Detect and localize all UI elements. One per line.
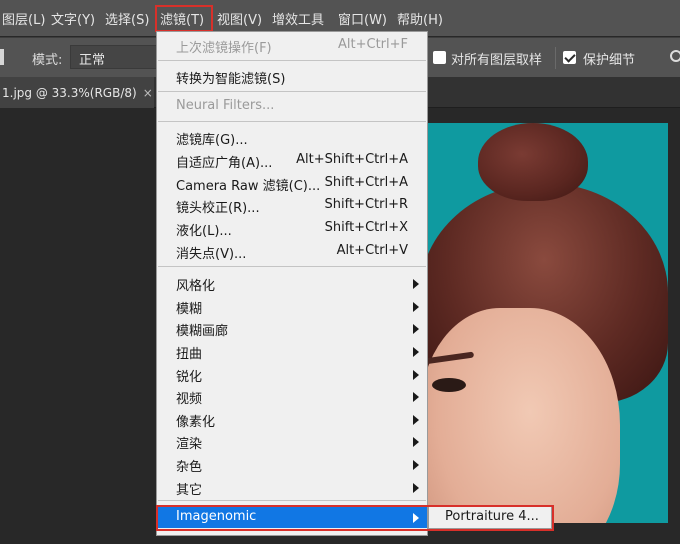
- submenu-arrow-icon: [413, 370, 419, 380]
- submenu-item-portraiture[interactable]: Portraiture 4...: [445, 509, 539, 524]
- menu-type[interactable]: 文字(Y): [51, 0, 95, 36]
- menu-item-distort[interactable]: 扭曲: [157, 340, 427, 362]
- filter-menu-highlight-box: [155, 5, 213, 32]
- submenu-arrow-icon: [413, 483, 419, 493]
- filter-dropdown-menu-tail: Imagenomic: [156, 500, 428, 536]
- menu-divider: [158, 60, 426, 61]
- menu-item-pixelate[interactable]: 像素化: [157, 408, 427, 430]
- menu-divider: [158, 266, 426, 267]
- menu-item-noise[interactable]: 杂色: [157, 453, 427, 475]
- mode-select[interactable]: 正常: [70, 45, 160, 69]
- gear-icon[interactable]: [670, 50, 680, 62]
- submenu-arrow-icon: [413, 279, 419, 289]
- close-icon[interactable]: ×: [143, 86, 153, 100]
- sample-all-layers-label: 对所有图层取样: [451, 53, 543, 68]
- menu-item-last-filter[interactable]: 上次滤镜操作(F) Alt+Ctrl+F: [157, 34, 427, 56]
- options-separator: [555, 47, 556, 69]
- menu-item-adaptive-wide-angle[interactable]: 自适应广角(A)... Alt+Shift+Ctrl+A: [157, 149, 427, 171]
- tool-options-grip[interactable]: [0, 49, 4, 65]
- menu-item-video[interactable]: 视频: [157, 385, 427, 407]
- submenu-arrow-icon: [413, 415, 419, 425]
- submenu-arrow-icon: [413, 513, 419, 523]
- sample-all-layers-checkbox[interactable]: [433, 51, 446, 64]
- menu-layer[interactable]: 图层(L): [2, 0, 45, 36]
- menu-divider: [158, 91, 426, 92]
- submenu-arrow-icon: [413, 302, 419, 312]
- menu-divider: [158, 500, 426, 501]
- menu-item-camera-raw[interactable]: Camera Raw 滤镜(C)... Shift+Ctrl+A: [157, 172, 427, 194]
- portrait-photo[interactable]: [420, 123, 668, 523]
- submenu-arrow-icon: [413, 347, 419, 357]
- menu-item-convert-smart-filter[interactable]: 转换为智能滤镜(S): [157, 65, 427, 87]
- menu-item-sharpen[interactable]: 锐化: [157, 363, 427, 385]
- photo-hair-bun: [478, 123, 588, 201]
- submenu-arrow-icon: [413, 392, 419, 402]
- menu-item-other[interactable]: 其它: [157, 476, 427, 498]
- menu-item-blur[interactable]: 模糊: [157, 295, 427, 317]
- menu-item-filter-gallery[interactable]: 滤镜库(G)...: [157, 126, 427, 148]
- photo-eye: [432, 378, 466, 392]
- menu-item-neural-filters[interactable]: Neural Filters...: [157, 95, 427, 117]
- mode-label: 模式:: [32, 53, 63, 68]
- photo-face: [420, 308, 620, 523]
- filter-dropdown-menu: 上次滤镜操作(F) Alt+Ctrl+F 转换为智能滤镜(S) Neural F…: [156, 31, 428, 504]
- menu-select[interactable]: 选择(S): [105, 0, 149, 36]
- menu-item-vanishing-point[interactable]: 消失点(V)... Alt+Ctrl+V: [157, 240, 427, 262]
- menu-item-render[interactable]: 渲染: [157, 430, 427, 452]
- document-tab[interactable]: 1.jpg @ 33.3%(RGB/8) ×: [0, 77, 154, 108]
- document-tab-label: 1.jpg @ 33.3%(RGB/8): [2, 85, 137, 100]
- menu-item-blur-gallery[interactable]: 模糊画廊: [157, 317, 427, 339]
- menu-item-lens-correction[interactable]: 镜头校正(R)... Shift+Ctrl+R: [157, 194, 427, 216]
- protect-detail-checkbox[interactable]: [563, 51, 576, 64]
- submenu-arrow-icon: [413, 437, 419, 447]
- imagenomic-submenu: Portraiture 4...: [428, 505, 552, 529]
- menu-item-imagenomic[interactable]: Imagenomic: [157, 506, 427, 528]
- submenu-arrow-icon: [413, 460, 419, 470]
- menu-item-stylize[interactable]: 风格化: [157, 272, 427, 294]
- menu-item-liquify[interactable]: 液化(L)... Shift+Ctrl+X: [157, 217, 427, 239]
- menu-divider: [158, 121, 426, 122]
- submenu-arrow-icon: [413, 324, 419, 334]
- protect-detail-label: 保护细节: [583, 53, 636, 68]
